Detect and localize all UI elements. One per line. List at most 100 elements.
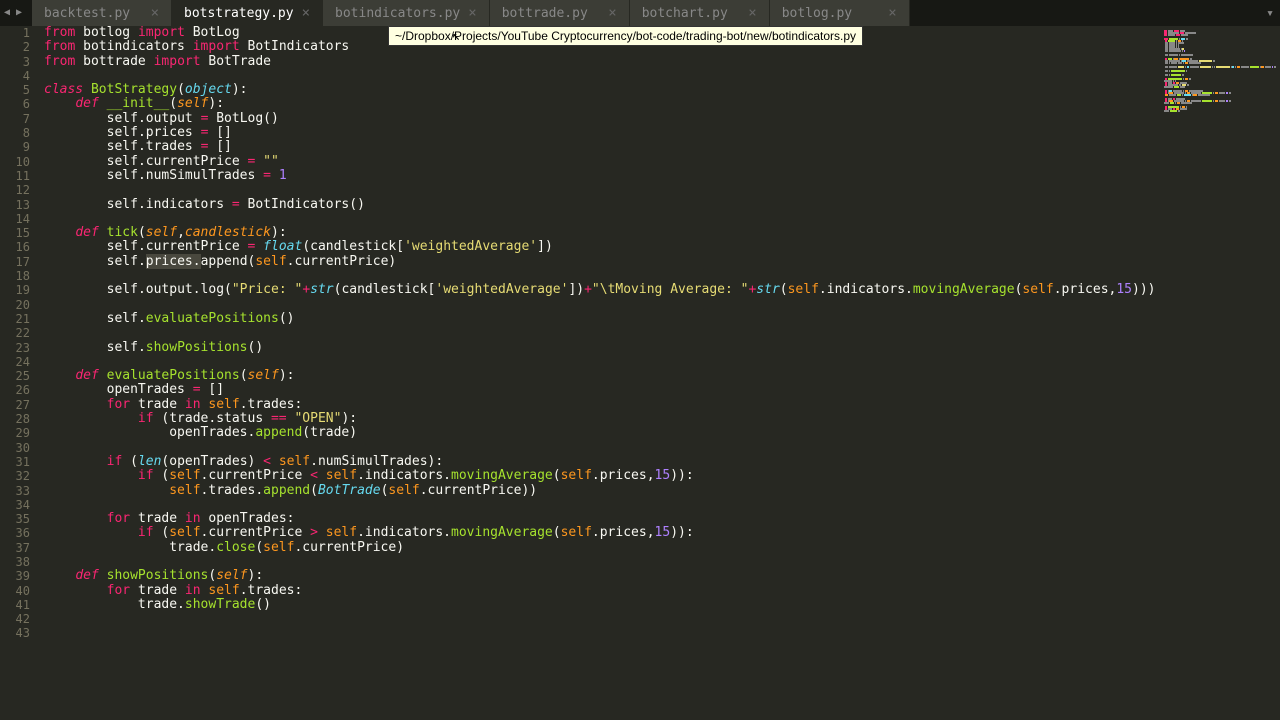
tab-label: botlog.py [782, 6, 852, 21]
code-line[interactable]: class BotStrategy(object): [44, 83, 1160, 97]
line-number: 8 [0, 126, 30, 140]
line-number: 29 [0, 426, 30, 440]
line-number: 15 [0, 226, 30, 240]
tab-label: botindicators.py [335, 6, 460, 21]
tab-botlog-py[interactable]: botlog.py × [770, 0, 910, 26]
code-line[interactable]: openTrades.append(trade) [44, 426, 1160, 440]
code-line[interactable] [44, 212, 1160, 226]
code-line[interactable] [44, 612, 1160, 626]
line-number: 42 [0, 612, 30, 626]
line-number: 30 [0, 441, 30, 455]
code-line[interactable] [44, 69, 1160, 83]
code-line[interactable]: self.numSimulTrades = 1 [44, 169, 1160, 183]
code-line[interactable]: def __init__(self): [44, 97, 1160, 111]
code-line[interactable]: trade.close(self.currentPrice) [44, 541, 1160, 555]
line-number: 23 [0, 341, 30, 355]
close-icon[interactable]: × [151, 5, 159, 21]
line-number: 36 [0, 526, 30, 540]
code-line[interactable]: for trade in openTrades: [44, 512, 1160, 526]
code-line[interactable] [44, 298, 1160, 312]
line-number: 38 [0, 555, 30, 569]
code-line[interactable] [44, 626, 1160, 640]
code-line[interactable] [44, 555, 1160, 569]
line-number: 10 [0, 155, 30, 169]
code-line[interactable] [44, 441, 1160, 455]
code-line[interactable] [44, 183, 1160, 197]
code-line[interactable] [44, 326, 1160, 340]
line-number: 16 [0, 240, 30, 254]
line-number: 33 [0, 484, 30, 498]
tab-bottrade-py[interactable]: bottrade.py× [490, 0, 630, 26]
code-line[interactable]: from bottrade import BotTrade [44, 55, 1160, 69]
close-icon[interactable]: × [608, 5, 616, 21]
code-line[interactable]: if (self.currentPrice < self.indicators.… [44, 469, 1160, 483]
line-number: 12 [0, 183, 30, 197]
code-line[interactable]: for trade in self.trades: [44, 584, 1160, 598]
code-line[interactable]: self.indicators = BotIndicators() [44, 198, 1160, 212]
line-number: 28 [0, 412, 30, 426]
code-line[interactable]: trade.showTrade() [44, 598, 1160, 612]
code-line[interactable]: self.output.log("Price: "+str(candlestic… [44, 283, 1160, 297]
nav-forward-icon[interactable]: ▶ [16, 7, 28, 19]
code-line[interactable]: if (len(openTrades) < self.numSimulTrade… [44, 455, 1160, 469]
line-number: 18 [0, 269, 30, 283]
nav-arrows: ◀ ▶ [0, 7, 32, 19]
line-number: 27 [0, 398, 30, 412]
tab-botchart-py[interactable]: botchart.py × [630, 0, 770, 26]
line-number: 40 [0, 584, 30, 598]
code-line[interactable]: self.trades = [] [44, 140, 1160, 154]
line-number: 17 [0, 255, 30, 269]
tab-botstrategy-py[interactable]: botstrategy.py × [172, 0, 323, 26]
line-number-gutter[interactable]: 1234567891011121314151617181920212223242… [0, 26, 40, 720]
code-editor[interactable]: from botlog import BotLogfrom botindicat… [40, 26, 1160, 720]
line-number: 39 [0, 569, 30, 583]
code-line[interactable]: def showPositions(self): [44, 569, 1160, 583]
code-line[interactable]: if (self.currentPrice > self.indicators.… [44, 526, 1160, 540]
line-number: 3 [0, 55, 30, 69]
close-icon[interactable]: × [748, 5, 756, 21]
code-line[interactable]: self.output = BotLog() [44, 112, 1160, 126]
code-line[interactable]: if (trade.status == "OPEN"): [44, 412, 1160, 426]
line-number: 4 [0, 69, 30, 83]
line-number: 35 [0, 512, 30, 526]
line-number: 6 [0, 97, 30, 111]
code-line[interactable] [44, 498, 1160, 512]
tab-backtest-py[interactable]: backtest.py× [32, 0, 172, 26]
code-line[interactable]: self.evaluatePositions() [44, 312, 1160, 326]
line-number: 24 [0, 355, 30, 369]
close-icon[interactable]: × [302, 5, 310, 21]
line-number: 7 [0, 112, 30, 126]
line-number: 13 [0, 198, 30, 212]
line-number: 32 [0, 469, 30, 483]
close-icon[interactable]: × [468, 5, 476, 21]
tab-label: botchart.py [642, 6, 728, 21]
tab-botindicators-py[interactable]: botindicators.py × [323, 0, 490, 26]
code-line[interactable] [44, 269, 1160, 283]
line-number: 43 [0, 626, 30, 640]
line-number: 21 [0, 312, 30, 326]
mouse-cursor-icon: ↖ [452, 28, 460, 44]
tab-dropdown-icon[interactable]: ▾ [1260, 6, 1280, 21]
line-number: 41 [0, 598, 30, 612]
code-line[interactable]: def tick(self,candlestick): [44, 226, 1160, 240]
code-line[interactable] [44, 355, 1160, 369]
nav-back-icon[interactable]: ◀ [4, 7, 16, 19]
line-number: 31 [0, 455, 30, 469]
code-line[interactable]: self.currentPrice = float(candlestick['w… [44, 240, 1160, 254]
code-line[interactable]: for trade in self.trades: [44, 398, 1160, 412]
tab-label: botstrategy.py [184, 6, 294, 21]
close-icon[interactable]: × [888, 5, 896, 21]
line-number: 26 [0, 383, 30, 397]
minimap[interactable] [1160, 26, 1280, 720]
line-number: 11 [0, 169, 30, 183]
line-number: 2 [0, 40, 30, 54]
code-line[interactable]: self.trades.append(BotTrade(self.current… [44, 484, 1160, 498]
code-line[interactable]: openTrades = [] [44, 383, 1160, 397]
line-number: 22 [0, 326, 30, 340]
code-line[interactable]: def evaluatePositions(self): [44, 369, 1160, 383]
code-line[interactable]: self.showPositions() [44, 341, 1160, 355]
code-line[interactable]: self.prices.append(self.currentPrice) [44, 255, 1160, 269]
line-number: 37 [0, 541, 30, 555]
code-line[interactable]: self.currentPrice = "" [44, 155, 1160, 169]
code-line[interactable]: self.prices = [] [44, 126, 1160, 140]
